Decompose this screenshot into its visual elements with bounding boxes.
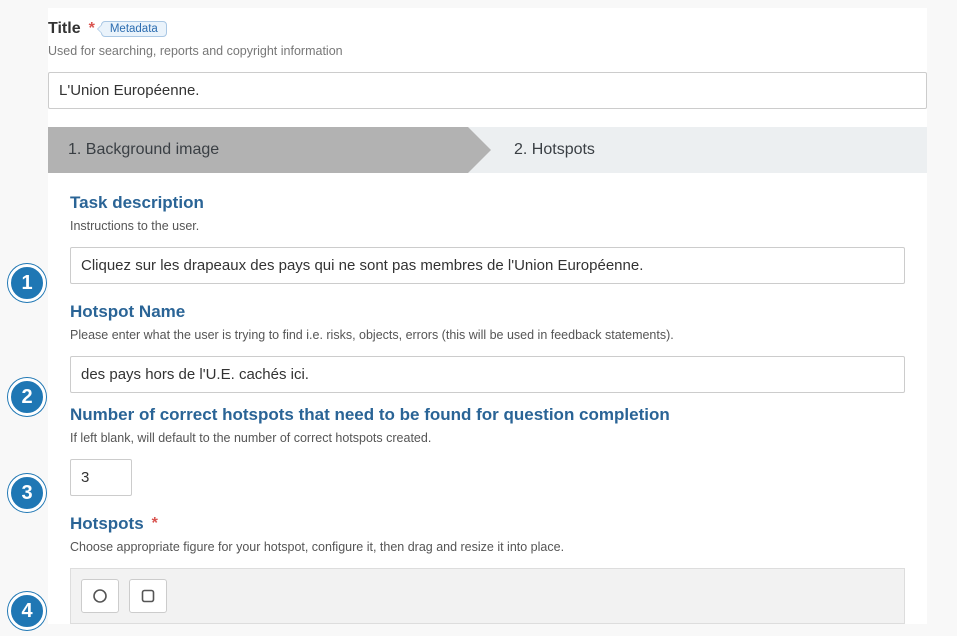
hotspot-name-input[interactable] [70, 356, 905, 393]
square-icon [140, 588, 156, 604]
task-description-input[interactable] [70, 247, 905, 284]
form-panel: Title * Metadata Used for searching, rep… [48, 8, 927, 624]
num-correct-hint: If left blank, will default to the numbe… [70, 431, 905, 445]
num-correct-input[interactable] [70, 459, 132, 496]
title-input[interactable] [48, 72, 927, 109]
annotation-badge-3: 3 [8, 474, 46, 512]
hotspot-name-hint: Please enter what the user is trying to … [70, 328, 905, 342]
required-indicator: * [89, 20, 95, 38]
annotation-badge-2: 2 [8, 378, 46, 416]
task-description-hint: Instructions to the user. [70, 219, 905, 233]
annotation-badge-4: 4 [8, 592, 46, 630]
hotspots-hint: Choose appropriate figure for your hotsp… [70, 540, 905, 554]
task-description-label: Task description [70, 193, 905, 213]
wizard-step-hotspots[interactable]: 2. Hotspots [468, 127, 927, 173]
hotspots-required: * [152, 515, 158, 533]
hotspot-name-label: Hotspot Name [70, 302, 905, 322]
hotspots-label: Hotspots [70, 514, 144, 534]
num-correct-label: Number of correct hotspots that need to … [70, 405, 905, 425]
wizard-step-background[interactable]: 1. Background image [48, 127, 468, 173]
hotspot-shape-circle[interactable] [81, 579, 119, 613]
annotation-badge-1: 1 [8, 264, 46, 302]
title-hint: Used for searching, reports and copyrigh… [48, 44, 927, 58]
wizard-steps: 1. Background image 2. Hotspots [48, 127, 927, 173]
title-label: Title [48, 20, 81, 38]
metadata-badge[interactable]: Metadata [101, 21, 167, 37]
hotspot-shape-bar [70, 568, 905, 624]
hotspot-shape-square[interactable] [129, 579, 167, 613]
circle-icon [92, 588, 108, 604]
